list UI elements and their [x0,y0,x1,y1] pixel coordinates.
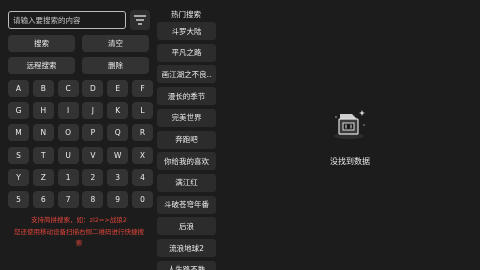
key-m[interactable]: M [8,124,29,142]
hot-search-item[interactable]: 斗罗大陆 [157,22,216,40]
key-o[interactable]: O [57,124,79,142]
filter-icon [134,15,146,25]
key-s[interactable]: S [8,146,29,164]
key-6[interactable]: 6 [32,191,54,208]
key-h[interactable]: H [32,102,54,120]
qr-hint-continued: 索 [75,239,83,247]
remote-search-button[interactable]: 远程搜索 [8,57,75,74]
empty-box-icon [334,110,365,139]
key-z[interactable]: Z [32,168,54,186]
key-w[interactable]: W [107,146,129,164]
key-2[interactable]: 2 [82,168,104,186]
key-d[interactable]: D [82,80,104,97]
key-c[interactable]: C [57,80,79,97]
key-k[interactable]: K [107,102,129,120]
key-y[interactable]: Y [8,168,29,186]
key-x[interactable]: X [132,146,153,164]
hot-search-item[interactable]: 你给我的喜欢 [157,152,216,171]
key-5[interactable]: 5 [8,191,29,208]
key-l[interactable]: L [132,102,153,120]
hot-search-item[interactable]: 完美世界 [157,108,216,127]
key-4[interactable]: 4 [132,168,153,186]
pinyin-hint: 支持简拼搜索，如：zl2=>战狼2 [31,216,127,224]
key-q[interactable]: Q [107,124,129,142]
key-1[interactable]: 1 [57,168,79,186]
key-r[interactable]: R [132,124,153,142]
hot-search-title: 热门搜索 [171,10,201,19]
search-input[interactable] [8,11,126,29]
key-u[interactable]: U [57,146,79,164]
key-8[interactable]: 8 [82,191,104,208]
key-i[interactable]: I [57,102,79,120]
qr-hint: 您还使用移动设备扫描右侧二维码进行快捷搜 [14,228,144,236]
key-a[interactable]: A [8,80,29,97]
key-v[interactable]: V [82,146,104,164]
hot-search-item[interactable]: 满江红 [157,173,216,192]
key-p[interactable]: P [82,124,104,142]
key-f[interactable]: F [132,80,153,97]
hot-search-item[interactable]: 画江湖之不良.. [157,65,216,84]
clear-button[interactable]: 清空 [82,35,149,52]
key-7[interactable]: 7 [57,191,79,208]
hot-search-item[interactable]: 流浪地球2 [157,239,216,257]
key-n[interactable]: N [32,124,54,142]
key-g[interactable]: G [8,102,29,120]
delete-button[interactable]: 删除 [82,57,149,74]
key-9[interactable]: 9 [107,191,129,208]
filter-button[interactable] [130,10,150,30]
hot-search-item[interactable]: 漫长的季节 [157,87,216,106]
hot-search-item[interactable]: 平凡之路 [157,43,216,62]
empty-state-text: 没找到数据 [330,157,370,166]
key-j[interactable]: J [82,102,104,120]
hot-search-item[interactable]: 奔跑吧 [157,130,216,149]
key-e[interactable]: E [107,80,129,97]
hot-search-item[interactable]: 斗破苍穹年番 [157,195,216,214]
hot-search-item[interactable]: 人生路不熟 [157,260,216,270]
search-button[interactable]: 搜索 [8,35,75,52]
key-0[interactable]: 0 [132,191,153,208]
key-t[interactable]: T [32,146,54,164]
key-3[interactable]: 3 [107,168,129,186]
hot-search-item[interactable]: 后浪 [157,217,216,236]
key-b[interactable]: B [32,80,54,97]
